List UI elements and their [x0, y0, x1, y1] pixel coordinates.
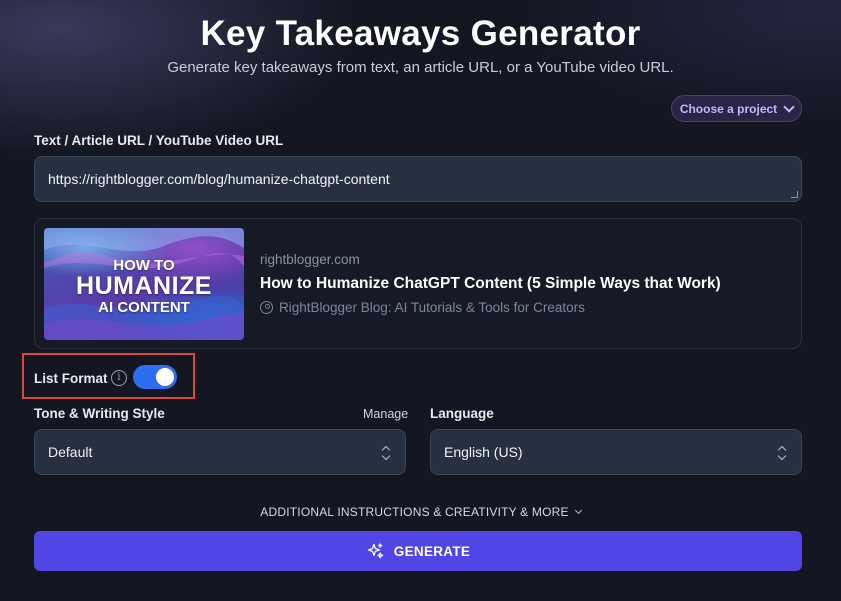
- page-subtitle: Generate key takeaways from text, an art…: [167, 59, 674, 76]
- list-format-label: List Format: [34, 371, 108, 386]
- preview-title: How to Humanize ChatGPT Content (5 Simpl…: [260, 275, 721, 292]
- chevron-down-icon: [783, 100, 795, 113]
- tone-label: Tone & Writing Style: [34, 406, 165, 421]
- thumbnail-line-3: AI CONTENT: [98, 299, 190, 316]
- link-preview-card[interactable]: HOW TO HUMANIZE AI CONTENT rightblogger.…: [34, 218, 802, 349]
- tone-select[interactable]: Default: [34, 429, 406, 475]
- page-title: Key Takeaways Generator: [200, 14, 641, 53]
- user-circle-icon: [260, 301, 273, 314]
- preview-thumbnail: HOW TO HUMANIZE AI CONTENT: [44, 228, 244, 340]
- chevron-updown-icon: [777, 445, 787, 461]
- choose-project-button[interactable]: Choose a project: [671, 95, 802, 122]
- list-format-toggle[interactable]: [133, 365, 177, 389]
- additional-options-label: ADDITIONAL INSTRUCTIONS & CREATIVITY & M…: [260, 505, 569, 519]
- chevron-down-icon: [574, 506, 582, 515]
- thumbnail-line-2: HUMANIZE: [76, 272, 212, 300]
- tone-select-value: Default: [48, 444, 93, 460]
- additional-options-toggle[interactable]: ADDITIONAL INSTRUCTIONS & CREATIVITY & M…: [0, 505, 841, 519]
- chevron-updown-icon: [381, 445, 391, 461]
- generate-button[interactable]: GENERATE: [34, 531, 802, 571]
- url-input[interactable]: https://rightblogger.com/blog/humanize-c…: [34, 156, 802, 202]
- preview-author: RightBlogger Blog: AI Tutorials & Tools …: [279, 300, 585, 315]
- input-label: Text / Article URL / YouTube Video URL: [34, 133, 284, 148]
- preview-author-row: RightBlogger Blog: AI Tutorials & Tools …: [260, 300, 585, 315]
- language-label: Language: [430, 406, 494, 421]
- sparkles-icon: [367, 542, 384, 558]
- preview-site: rightblogger.com: [260, 252, 360, 267]
- toggle-knob: [156, 368, 174, 386]
- generate-label: GENERATE: [393, 543, 471, 559]
- thumbnail-line-1: HOW TO: [113, 257, 175, 274]
- language-select-value: English (US): [444, 444, 523, 460]
- info-icon[interactable]: i: [111, 370, 127, 386]
- resize-handle-icon[interactable]: [791, 191, 798, 198]
- language-select[interactable]: English (US): [430, 429, 802, 475]
- url-input-value: https://rightblogger.com/blog/humanize-c…: [48, 171, 390, 187]
- choose-project-label: Choose a project: [679, 101, 778, 116]
- manage-tone-link[interactable]: Manage: [363, 407, 408, 421]
